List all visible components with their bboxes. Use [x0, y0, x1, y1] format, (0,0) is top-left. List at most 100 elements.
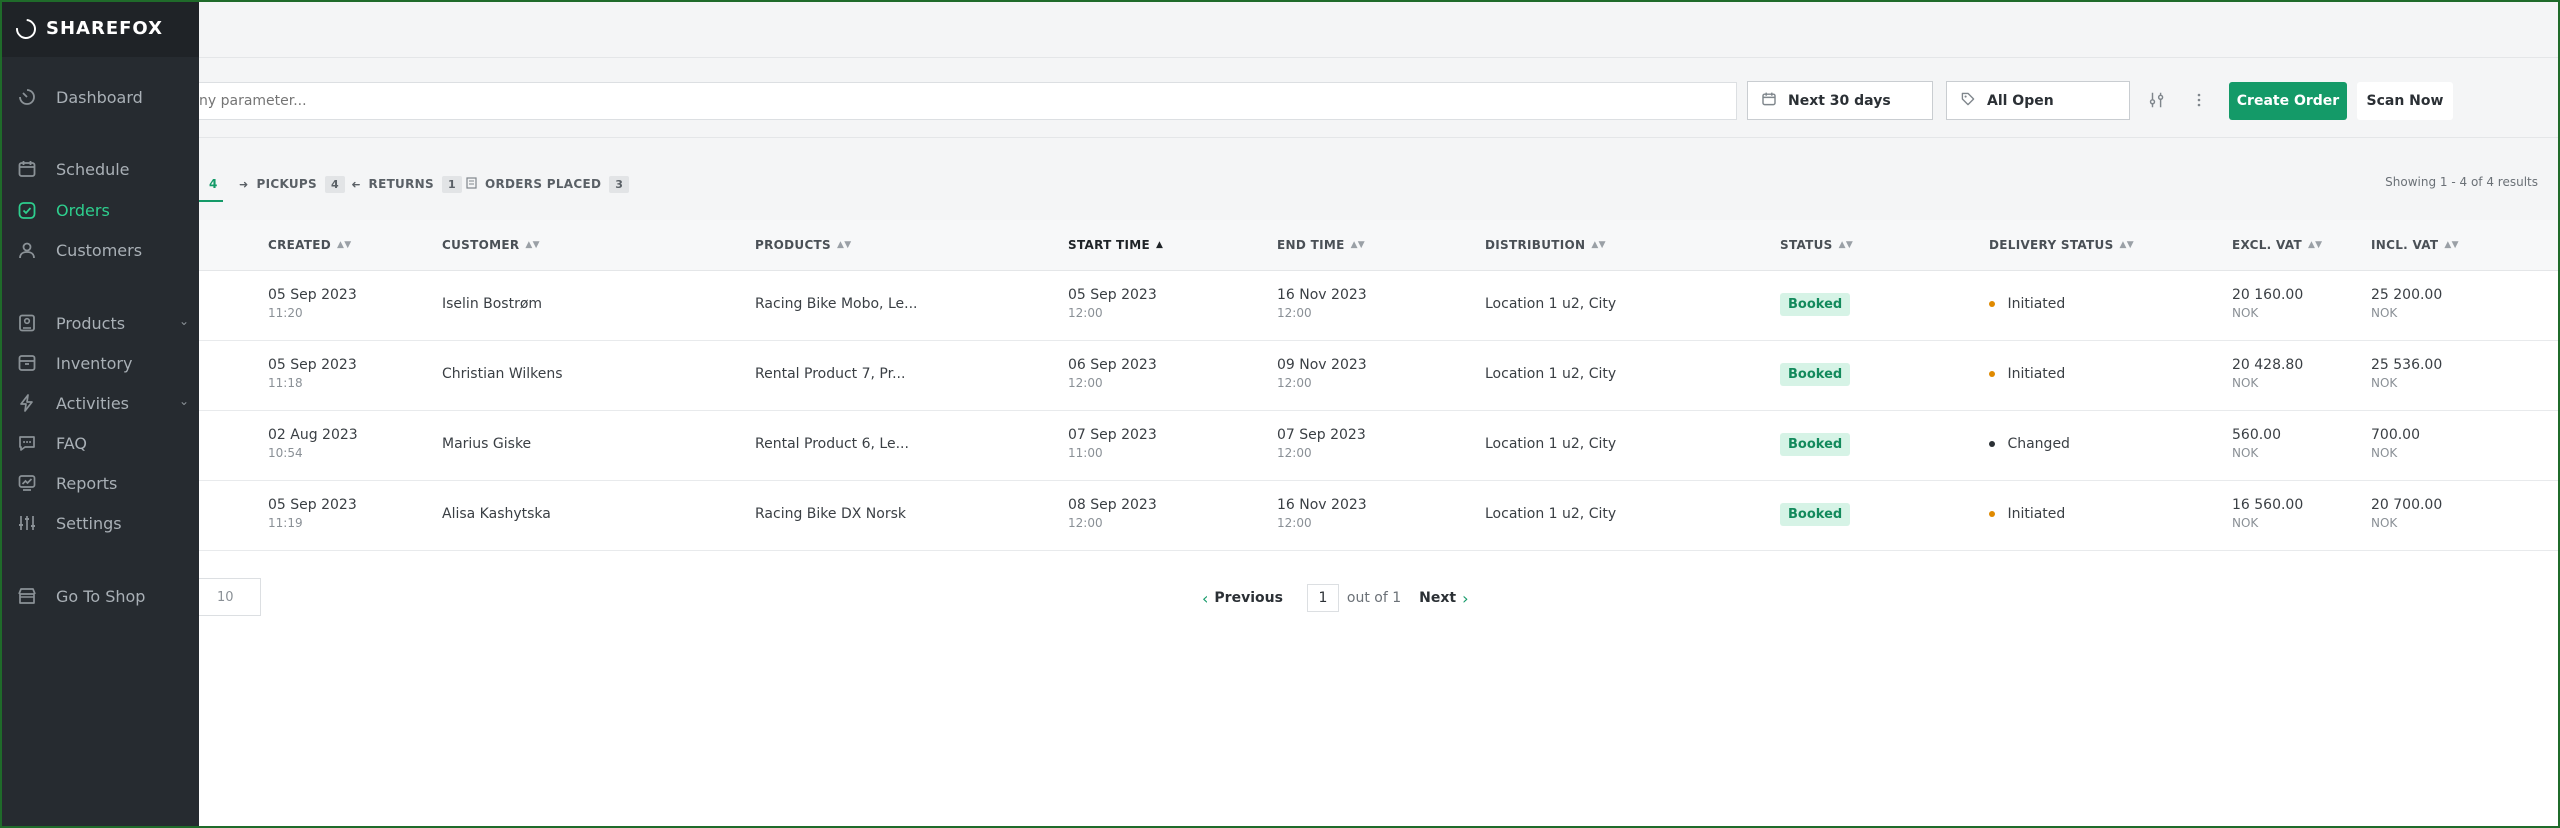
- excl-vat-cell-secondary: NOK: [2232, 306, 2259, 320]
- status-filter-label: All Open: [1987, 92, 2054, 109]
- chevron-down-icon[interactable]: ⌄: [179, 314, 189, 328]
- tab-orders-placed[interactable]: ORDERS PLACED 3: [466, 170, 630, 198]
- end-time-cell: 09 Nov 2023 12:00: [1277, 357, 1367, 390]
- nav-item-customers[interactable]: Customers: [0, 232, 199, 268]
- excl-vat-cell-secondary: NOK: [2232, 516, 2259, 530]
- products-cell: Racing Bike DX Norsk: [755, 506, 906, 522]
- start-time-cell: 07 Sep 2023 11:00: [1068, 427, 1157, 460]
- column-header-status[interactable]: STATUS ▲▼: [1780, 238, 1853, 252]
- sort-icon: ▲▼: [836, 240, 852, 250]
- column-header-excl-vat[interactable]: EXCL. VAT ▲▼: [2232, 238, 2322, 252]
- nav-item-schedule[interactable]: Schedule: [0, 151, 199, 187]
- filter-settings-icon[interactable]: [2146, 89, 2168, 111]
- search-field[interactable]: [199, 82, 1737, 120]
- tab-count: 3: [609, 175, 630, 193]
- created-cell-primary: 05 Sep 2023: [268, 287, 357, 303]
- create-order-button[interactable]: Create Order: [2229, 82, 2347, 120]
- next-label: Next: [1419, 590, 1457, 606]
- sort-icon: ▲▼: [337, 240, 352, 250]
- distribution-cell: Location 1 u2, City: [1485, 296, 1617, 312]
- nav-item-orders[interactable]: Orders: [0, 192, 199, 228]
- nav-item-reports[interactable]: Reports: [0, 465, 199, 501]
- sort-icon: ▲▼: [1591, 240, 1606, 250]
- more-options-icon[interactable]: [2188, 89, 2210, 111]
- table-row[interactable]: 02 Aug 2023 10:54 Marius Giske Rental Pro…: [199, 411, 2560, 481]
- start-time-cell-primary: 08 Sep 2023: [1068, 497, 1157, 513]
- table-row[interactable]: 05 Sep 2023 11:18 Christian Wilkens Renta…: [199, 341, 2560, 411]
- created-cell-secondary: 11:18: [268, 376, 303, 390]
- column-header-products[interactable]: PRODUCTS ▲▼: [755, 238, 851, 252]
- column-header-customer[interactable]: CUSTOMER ▲▼: [442, 238, 540, 252]
- header-label: DISTRIBUTION: [1485, 238, 1586, 252]
- table-row[interactable]: 05 Sep 2023 11:19 Alisa Kashytska Racing …: [199, 481, 2560, 551]
- table-row[interactable]: 05 Sep 2023 11:20 Iselin Bostrøm Racing B…: [199, 271, 2560, 341]
- column-header-delivery-status[interactable]: DELIVERY STATUS ▲▼: [1989, 238, 2134, 252]
- column-header-end-time[interactable]: END TIME ▲▼: [1277, 238, 1365, 252]
- nav-label: Go To Shop: [56, 586, 146, 606]
- nav-item-dashboard[interactable]: Dashboard: [0, 79, 199, 115]
- incl-vat-cell-primary: 700.00: [2371, 427, 2420, 443]
- tab-pickups[interactable]: ➜ PICKUPS 4: [239, 170, 345, 198]
- incl-vat-cell-secondary: NOK: [2371, 446, 2398, 460]
- nav-item-products[interactable]: Products ⌄: [0, 305, 199, 341]
- previous-page-button[interactable]: ‹ Previous: [1202, 589, 1283, 608]
- sliders-icon: [16, 512, 38, 534]
- tab-label: ORDERS PLACED: [485, 177, 602, 191]
- active-tab-indicator: [199, 200, 223, 202]
- header-label: INCL. VAT: [2371, 238, 2439, 252]
- next-page-button[interactable]: Next ›: [1419, 589, 1468, 608]
- incl-vat-cell: 25 536.00 NOK: [2371, 357, 2442, 390]
- header-label: PRODUCTS: [755, 238, 831, 252]
- dashboard-icon: [16, 86, 38, 108]
- column-header-distribution[interactable]: DISTRIBUTION ▲▼: [1485, 238, 1606, 252]
- incl-vat-cell: 25 200.00 NOK: [2371, 287, 2442, 320]
- nav-item-settings[interactable]: Settings: [0, 505, 199, 541]
- date-filter-button[interactable]: Next 30 days: [1747, 81, 1933, 120]
- end-time-cell-secondary: 12:00: [1277, 516, 1312, 530]
- status-dot-icon: [1989, 441, 1995, 447]
- brand[interactable]: SHAREFOX: [0, 0, 199, 57]
- nav-item-go-to-shop[interactable]: Go To Shop: [0, 578, 199, 614]
- products-cell: Racing Bike Mobo, Le...: [755, 296, 918, 312]
- status-dot-icon: [1989, 301, 1995, 307]
- calendar-icon: [1760, 91, 1778, 111]
- search-input[interactable]: [199, 83, 1736, 119]
- end-time-cell-primary: 16 Nov 2023: [1277, 287, 1367, 303]
- column-header-created[interactable]: CREATED ▲▼: [268, 238, 352, 252]
- delivery-status-cell: Changed: [1989, 436, 2070, 452]
- start-time-cell: 08 Sep 2023 12:00: [1068, 497, 1157, 530]
- delivery-status-label: Changed: [2007, 436, 2070, 452]
- header-label: EXCL. VAT: [2232, 238, 2302, 252]
- per-page-select[interactable]: 10: [199, 578, 261, 616]
- start-time-cell-primary: 07 Sep 2023: [1068, 427, 1157, 443]
- tab-returns[interactable]: ➜ RETURNS 1: [351, 170, 462, 198]
- nav-item-inventory[interactable]: Inventory: [0, 345, 199, 381]
- column-header-incl-vat[interactable]: INCL. VAT ▲▼: [2371, 238, 2459, 252]
- nav-item-faq[interactable]: FAQ: [0, 425, 199, 461]
- results-summary: Showing 1 - 4 of 4 results: [2385, 175, 2538, 189]
- header-label: CUSTOMER: [442, 238, 520, 252]
- excl-vat-cell-primary: 20 160.00: [2232, 287, 2304, 303]
- excl-vat-cell: 20 160.00 NOK: [2232, 287, 2303, 320]
- bolt-icon: [16, 392, 38, 414]
- status-dot-icon: [1989, 371, 1995, 377]
- sort-icon: ▲▼: [1350, 240, 1366, 250]
- chevron-down-icon[interactable]: ⌄: [179, 394, 189, 408]
- page-total: out of 1: [1346, 590, 1402, 606]
- nav-item-activities[interactable]: Activities ⌄: [0, 385, 199, 421]
- page-number-input[interactable]: 1: [1306, 584, 1339, 612]
- inventory-icon: [16, 352, 38, 374]
- incl-vat-cell-secondary: NOK: [2371, 516, 2398, 530]
- tab-active[interactable]: 4: [209, 170, 218, 198]
- status-filter-button[interactable]: All Open: [1946, 81, 2130, 120]
- sort-icon: ▲▼: [2307, 240, 2323, 250]
- nav-label: Customers: [56, 240, 143, 260]
- excl-vat-cell-primary: 16 560.00: [2232, 497, 2304, 513]
- column-header-start-time[interactable]: START TIME ▲: [1068, 238, 1163, 252]
- start-time-cell: 06 Sep 2023 12:00: [1068, 357, 1157, 390]
- nav-label: Orders: [56, 200, 110, 220]
- incl-vat-cell-secondary: NOK: [2371, 376, 2398, 390]
- header-label: END TIME: [1277, 238, 1345, 252]
- scan-now-button[interactable]: Scan Now: [2357, 82, 2453, 120]
- incl-vat-cell-primary: 20 700.00: [2371, 497, 2443, 513]
